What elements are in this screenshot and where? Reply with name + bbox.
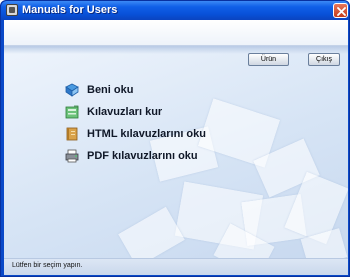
close-button[interactable] <box>333 3 348 18</box>
title-bar[interactable]: Manuals for Users <box>1 1 349 20</box>
close-icon <box>337 7 346 16</box>
pdf-printer-icon <box>65 149 79 163</box>
status-text: Lütfen bir seçim yapın. <box>12 262 83 269</box>
menu-item-html-manuals[interactable]: HTML kılavuzlarını oku <box>65 126 206 142</box>
menu-item-label: Kılavuzları kur <box>87 106 163 118</box>
window-title: Manuals for Users <box>22 4 118 16</box>
status-bar: Lütfen bir seçim yapın. <box>4 258 348 275</box>
background-paper <box>118 206 185 258</box>
product-button[interactable]: Ürün <box>248 53 289 66</box>
app-window: Manuals for Users Ürün Çıkış Beni oku Kı… <box>0 0 350 277</box>
app-icon <box>6 4 18 16</box>
menu-item-readme[interactable]: Beni oku <box>65 82 133 98</box>
exit-button[interactable]: Çıkış <box>308 53 340 66</box>
menu-item-pdf-manuals[interactable]: PDF kılavuzlarını oku <box>65 148 198 164</box>
menu-item-install[interactable]: Kılavuzları kur <box>65 104 162 120</box>
menu-item-label: PDF kılavuzlarını oku <box>87 150 198 162</box>
readme-icon <box>65 83 79 97</box>
top-toolbar <box>4 20 348 54</box>
install-icon <box>65 105 79 119</box>
menu-item-label: HTML kılavuzlarını oku <box>87 128 206 140</box>
client-area: Ürün Çıkış Beni oku Kılavuzları kur HTML… <box>4 20 348 275</box>
html-book-icon <box>65 127 79 141</box>
menu-item-label: Beni oku <box>87 84 134 96</box>
